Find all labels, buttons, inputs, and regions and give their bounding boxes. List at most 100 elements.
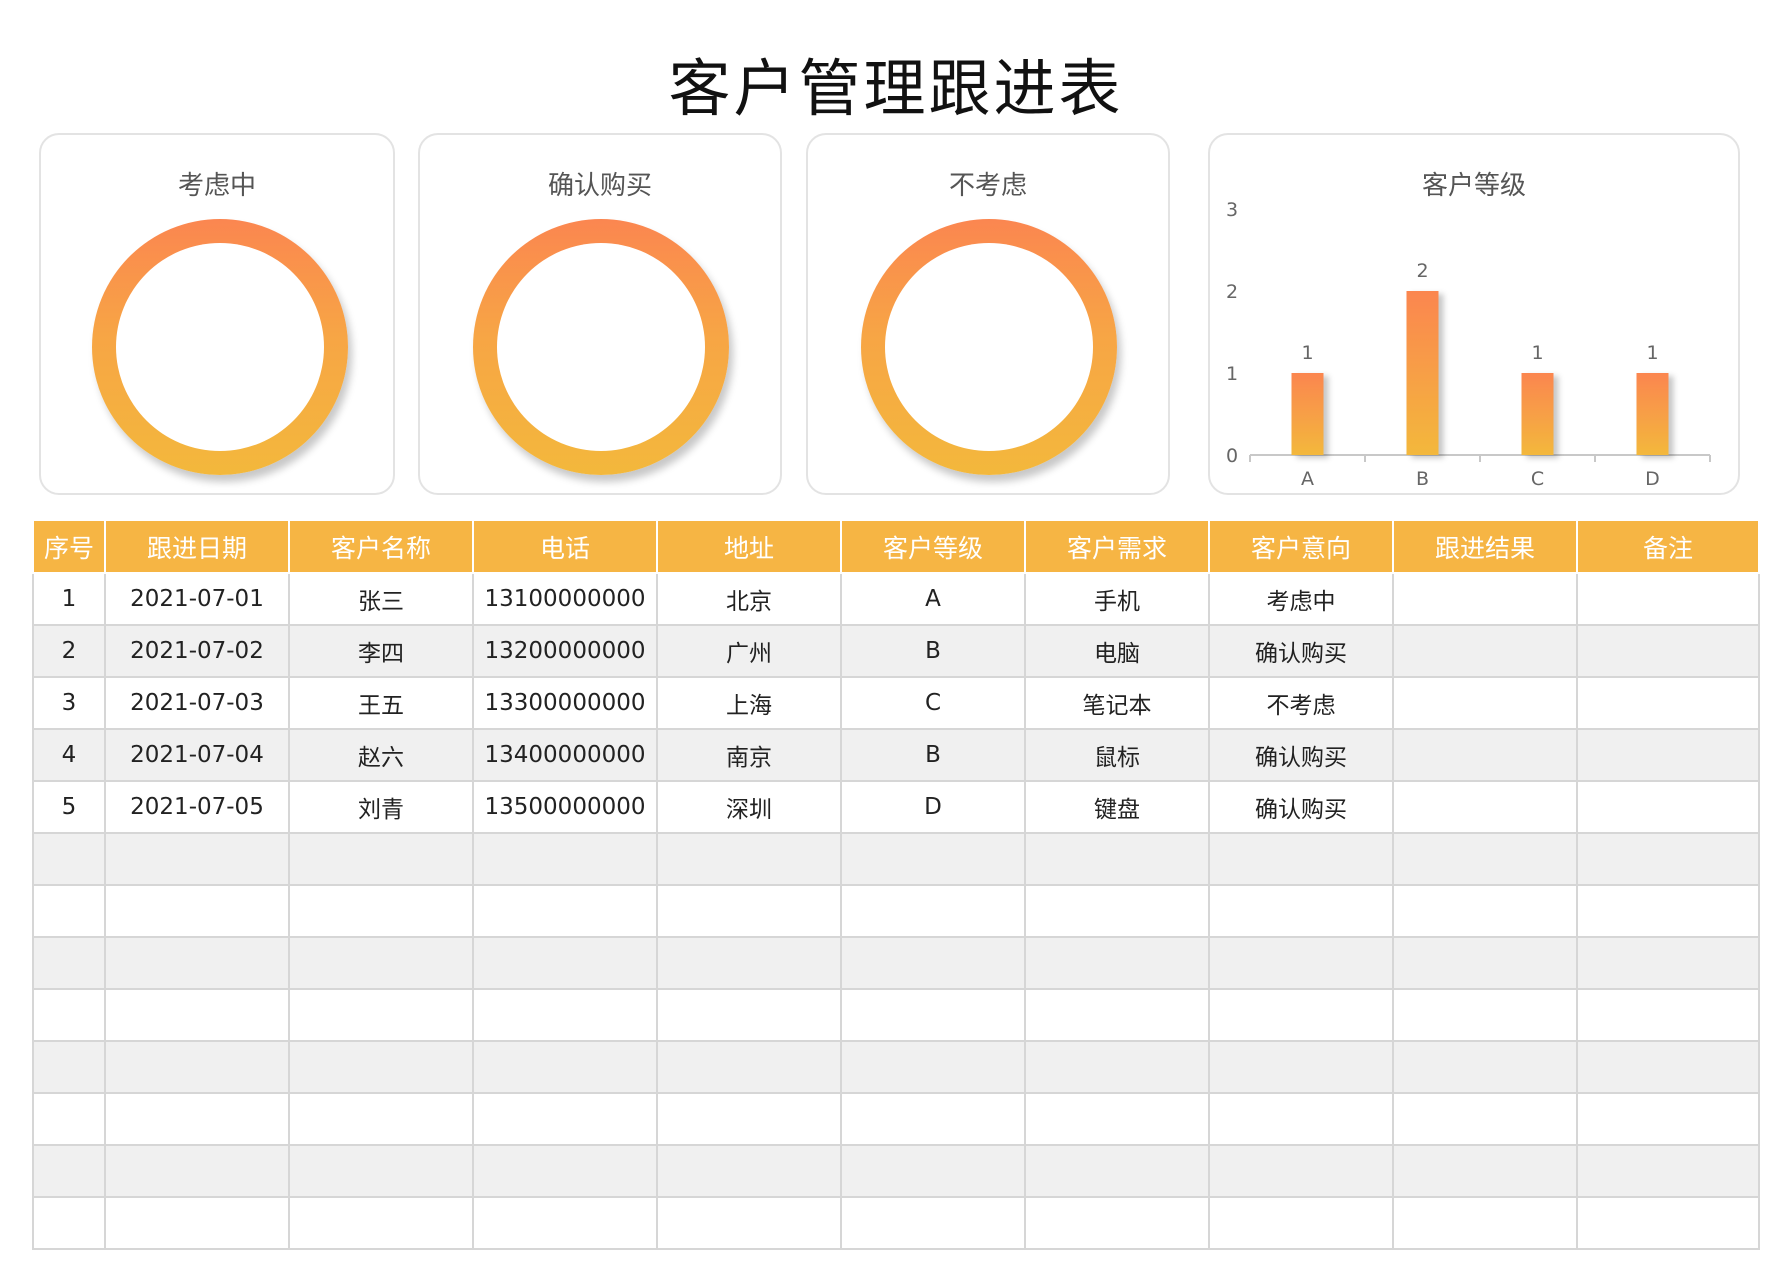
table-cell[interactable] bbox=[104, 1196, 290, 1250]
table-cell[interactable]: 4 bbox=[32, 728, 106, 782]
table-cell[interactable]: 电脑 bbox=[1024, 624, 1210, 678]
table-cell[interactable]: 13200000000 bbox=[472, 624, 658, 678]
table-cell[interactable]: 2021-07-03 bbox=[104, 676, 290, 730]
table-cell[interactable]: 鼠标 bbox=[1024, 728, 1210, 782]
table-cell[interactable] bbox=[656, 988, 842, 1042]
bar-C[interactable] bbox=[1521, 373, 1554, 455]
table-cell[interactable] bbox=[1024, 1040, 1210, 1094]
table-cell[interactable] bbox=[1392, 884, 1578, 938]
table-cell[interactable] bbox=[656, 1092, 842, 1146]
table-cell[interactable] bbox=[840, 884, 1026, 938]
table-cell[interactable]: 考虑中 bbox=[1208, 572, 1394, 626]
table-cell[interactable] bbox=[1392, 1040, 1578, 1094]
table-cell[interactable]: D bbox=[840, 780, 1026, 834]
table-cell[interactable] bbox=[472, 988, 658, 1042]
table-cell[interactable] bbox=[1024, 936, 1210, 990]
table-cell[interactable] bbox=[656, 1040, 842, 1094]
table-cell[interactable] bbox=[1576, 1144, 1760, 1198]
table-cell[interactable] bbox=[1208, 988, 1394, 1042]
table-cell[interactable] bbox=[840, 988, 1026, 1042]
table-cell[interactable]: 确认购买 bbox=[1208, 728, 1394, 782]
table-cell[interactable] bbox=[288, 1092, 474, 1146]
table-cell[interactable] bbox=[104, 832, 290, 886]
table-cell[interactable] bbox=[104, 1144, 290, 1198]
table-cell[interactable]: C bbox=[840, 676, 1026, 730]
table-cell[interactable] bbox=[1576, 780, 1760, 834]
table-cell[interactable]: 13400000000 bbox=[472, 728, 658, 782]
table-cell[interactable] bbox=[32, 832, 106, 886]
table-cell[interactable] bbox=[1392, 676, 1578, 730]
table-cell[interactable] bbox=[656, 1144, 842, 1198]
table-cell[interactable] bbox=[104, 1040, 290, 1094]
table-cell[interactable] bbox=[840, 1040, 1026, 1094]
table-cell[interactable] bbox=[656, 1196, 842, 1250]
column-header[interactable]: 电话 bbox=[472, 519, 658, 574]
column-header[interactable]: 跟进日期 bbox=[104, 519, 290, 574]
table-cell[interactable] bbox=[656, 936, 842, 990]
table-cell[interactable]: 刘青 bbox=[288, 780, 474, 834]
table-cell[interactable]: 南京 bbox=[656, 728, 842, 782]
table-cell[interactable]: 13500000000 bbox=[472, 780, 658, 834]
table-cell[interactable] bbox=[1392, 728, 1578, 782]
table-cell[interactable] bbox=[1576, 832, 1760, 886]
table-cell[interactable] bbox=[1392, 624, 1578, 678]
table-cell[interactable]: 2021-07-01 bbox=[104, 572, 290, 626]
table-cell[interactable] bbox=[1392, 1092, 1578, 1146]
table-cell[interactable] bbox=[288, 832, 474, 886]
table-cell[interactable] bbox=[840, 1196, 1026, 1250]
table-cell[interactable] bbox=[1024, 1092, 1210, 1146]
table-cell[interactable]: 2021-07-02 bbox=[104, 624, 290, 678]
table-cell[interactable]: 北京 bbox=[656, 572, 842, 626]
column-header[interactable]: 序号 bbox=[32, 519, 106, 574]
table-cell[interactable] bbox=[1576, 728, 1760, 782]
table-cell[interactable] bbox=[1392, 832, 1578, 886]
table-cell[interactable]: 李四 bbox=[288, 624, 474, 678]
column-header[interactable]: 备注 bbox=[1576, 519, 1760, 574]
table-cell[interactable] bbox=[1024, 832, 1210, 886]
table-cell[interactable]: 3 bbox=[32, 676, 106, 730]
table-cell[interactable] bbox=[288, 1196, 474, 1250]
table-cell[interactable] bbox=[472, 884, 658, 938]
table-cell[interactable] bbox=[840, 1144, 1026, 1198]
table-cell[interactable] bbox=[1576, 624, 1760, 678]
table-cell[interactable]: 手机 bbox=[1024, 572, 1210, 626]
table-cell[interactable]: 张三 bbox=[288, 572, 474, 626]
table-cell[interactable] bbox=[32, 1144, 106, 1198]
table-cell[interactable] bbox=[288, 1144, 474, 1198]
table-cell[interactable]: 广州 bbox=[656, 624, 842, 678]
table-cell[interactable] bbox=[32, 988, 106, 1042]
table-cell[interactable] bbox=[1024, 884, 1210, 938]
table-cell[interactable]: 13300000000 bbox=[472, 676, 658, 730]
table-cell[interactable] bbox=[32, 1040, 106, 1094]
table-cell[interactable] bbox=[1576, 1196, 1760, 1250]
table-cell[interactable]: 确认购买 bbox=[1208, 624, 1394, 678]
table-cell[interactable] bbox=[1576, 936, 1760, 990]
table-cell[interactable]: A bbox=[840, 572, 1026, 626]
table-cell[interactable]: 赵六 bbox=[288, 728, 474, 782]
table-cell[interactable] bbox=[1392, 1196, 1578, 1250]
table-cell[interactable] bbox=[1024, 1144, 1210, 1198]
table-cell[interactable] bbox=[1392, 572, 1578, 626]
table-cell[interactable] bbox=[288, 936, 474, 990]
table-cell[interactable] bbox=[1576, 1040, 1760, 1094]
table-cell[interactable] bbox=[472, 832, 658, 886]
table-cell[interactable] bbox=[32, 936, 106, 990]
table-cell[interactable] bbox=[472, 1092, 658, 1146]
column-header[interactable]: 客户名称 bbox=[288, 519, 474, 574]
table-cell[interactable]: 笔记本 bbox=[1024, 676, 1210, 730]
table-cell[interactable] bbox=[32, 1196, 106, 1250]
table-cell[interactable] bbox=[104, 988, 290, 1042]
column-header[interactable]: 客户意向 bbox=[1208, 519, 1394, 574]
table-cell[interactable]: B bbox=[840, 624, 1026, 678]
table-cell[interactable]: 2021-07-05 bbox=[104, 780, 290, 834]
table-cell[interactable] bbox=[104, 884, 290, 938]
table-cell[interactable] bbox=[840, 832, 1026, 886]
table-cell[interactable] bbox=[840, 1092, 1026, 1146]
table-cell[interactable]: B bbox=[840, 728, 1026, 782]
table-cell[interactable] bbox=[472, 1144, 658, 1198]
table-cell[interactable] bbox=[1208, 1040, 1394, 1094]
table-cell[interactable] bbox=[1208, 1092, 1394, 1146]
table-cell[interactable] bbox=[32, 1092, 106, 1146]
table-cell[interactable]: 上海 bbox=[656, 676, 842, 730]
table-cell[interactable] bbox=[1576, 884, 1760, 938]
